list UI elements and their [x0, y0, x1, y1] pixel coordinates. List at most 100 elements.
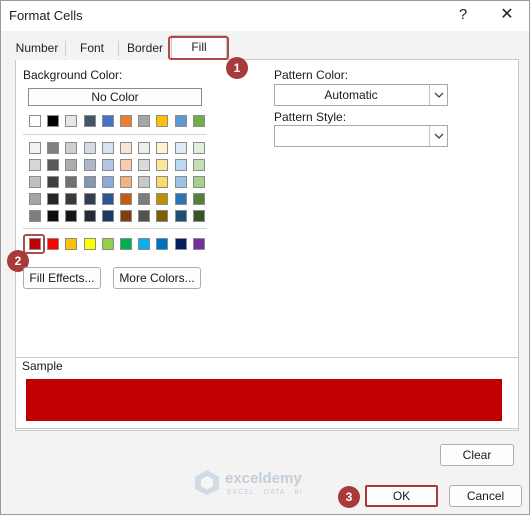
theme-shade-swatch[interactable] [65, 159, 78, 171]
theme-shade-swatch[interactable] [101, 176, 114, 188]
standard-color-swatch[interactable] [65, 238, 78, 250]
theme-shade-swatch[interactable] [65, 142, 78, 154]
theme-shade-swatch[interactable] [120, 193, 132, 205]
theme-shade-swatch[interactable] [29, 193, 41, 205]
clear-button[interactable]: Clear [440, 444, 514, 466]
theme-shade-swatch[interactable] [192, 176, 205, 188]
theme-shade-swatch[interactable] [174, 210, 187, 222]
theme-shade-swatch[interactable] [138, 176, 151, 188]
theme-color-swatch[interactable] [120, 115, 132, 127]
theme-shade-swatch[interactable] [47, 210, 60, 222]
theme-shade-swatch[interactable] [47, 193, 60, 205]
theme-shade-swatch[interactable] [174, 159, 187, 171]
theme-shade-swatch[interactable] [83, 210, 96, 222]
sample-preview [26, 379, 502, 421]
title-bar: Format Cells ? ✕ [1, 1, 529, 31]
theme-shade-swatch[interactable] [83, 159, 96, 171]
theme-shade-swatch[interactable] [174, 176, 187, 188]
standard-color-swatch[interactable] [83, 238, 96, 250]
ok-button[interactable]: OK [365, 485, 438, 507]
format-cells-dialog: Format Cells ? ✕ Number Font Border Fill… [0, 0, 530, 515]
theme-shade-swatch[interactable] [138, 210, 151, 222]
theme-shade-swatch[interactable] [29, 142, 41, 154]
no-color-button[interactable]: No Color [28, 88, 202, 106]
step-1-badge: 1 [226, 57, 248, 79]
tab-font[interactable]: Font [66, 37, 118, 60]
theme-shade-swatch[interactable] [120, 210, 132, 222]
theme-color-swatch[interactable] [101, 115, 114, 127]
theme-shade-swatch[interactable] [138, 159, 151, 171]
standard-color-swatch[interactable] [192, 238, 205, 250]
theme-shade-swatch[interactable] [65, 193, 78, 205]
theme-shade-swatch[interactable] [101, 159, 114, 171]
theme-shade-swatch[interactable] [156, 210, 169, 222]
chevron-down-icon[interactable] [429, 85, 447, 105]
exceldemy-watermark: exceldemy EXCEL · DATA · BI [193, 468, 343, 498]
tab-border[interactable]: Border [119, 37, 171, 60]
pattern-color-label: Pattern Color: [274, 68, 349, 82]
theme-color-swatch[interactable] [29, 115, 41, 127]
callout-highlight-fill-tab [168, 36, 229, 60]
theme-shade-swatch[interactable] [174, 193, 187, 205]
standard-color-swatch[interactable] [120, 238, 132, 250]
pattern-color-value: Automatic [324, 88, 378, 102]
standard-color-swatch[interactable] [174, 238, 187, 250]
theme-color-swatch[interactable] [174, 115, 187, 127]
theme-shade-swatch[interactable] [120, 142, 132, 154]
theme-shade-swatch[interactable] [174, 142, 187, 154]
theme-color-swatch[interactable] [192, 115, 205, 127]
fill-effects-button[interactable]: Fill Effects... [23, 267, 101, 289]
theme-shade-swatch[interactable] [120, 159, 132, 171]
help-button[interactable]: ? [449, 4, 477, 26]
theme-shade-swatch[interactable] [101, 193, 114, 205]
tab-number[interactable]: Number [9, 37, 65, 60]
palette-divider [23, 228, 207, 229]
theme-shade-swatch[interactable] [101, 210, 114, 222]
theme-shade-swatch[interactable] [101, 142, 114, 154]
theme-shade-swatch[interactable] [83, 142, 96, 154]
theme-color-swatch[interactable] [156, 115, 169, 127]
pattern-style-label: Pattern Style: [274, 110, 347, 124]
theme-shade-swatch[interactable] [47, 176, 60, 188]
theme-shade-swatch[interactable] [138, 142, 151, 154]
theme-shade-swatch[interactable] [65, 210, 78, 222]
standard-color-swatch[interactable] [156, 238, 169, 250]
watermark-name: exceldemy [225, 470, 302, 487]
theme-shade-swatch[interactable] [192, 193, 205, 205]
theme-shade-swatch[interactable] [29, 159, 41, 171]
theme-color-swatch[interactable] [65, 115, 78, 127]
pattern-color-dropdown[interactable]: Automatic [274, 84, 448, 106]
theme-color-swatch[interactable] [47, 115, 60, 127]
callout-highlight-selected-swatch [23, 234, 45, 254]
theme-shade-swatch[interactable] [156, 193, 169, 205]
standard-color-swatch[interactable] [101, 238, 114, 250]
theme-color-swatch[interactable] [138, 115, 151, 127]
theme-shade-swatch[interactable] [156, 142, 169, 154]
palette-divider [23, 134, 207, 135]
standard-color-swatch[interactable] [138, 238, 151, 250]
theme-shade-swatch[interactable] [156, 176, 169, 188]
cancel-button[interactable]: Cancel [449, 485, 522, 507]
close-button[interactable]: ✕ [493, 4, 521, 26]
pattern-style-dropdown[interactable] [274, 125, 448, 147]
theme-shade-swatch[interactable] [192, 159, 205, 171]
chevron-down-icon[interactable] [429, 126, 447, 146]
theme-shade-swatch[interactable] [156, 159, 169, 171]
theme-shade-swatch[interactable] [83, 176, 96, 188]
standard-color-swatch[interactable] [47, 238, 60, 250]
watermark-tagline: EXCEL · DATA · BI [227, 489, 303, 496]
theme-shade-swatch[interactable] [47, 159, 60, 171]
theme-shade-swatch[interactable] [192, 142, 205, 154]
pattern-style-value [275, 126, 427, 146]
dialog-title: Format Cells [9, 8, 83, 23]
theme-color-swatch[interactable] [83, 115, 96, 127]
theme-shade-swatch[interactable] [138, 193, 151, 205]
more-colors-button[interactable]: More Colors... [113, 267, 201, 289]
theme-shade-swatch[interactable] [65, 176, 78, 188]
theme-shade-swatch[interactable] [120, 176, 132, 188]
theme-shade-swatch[interactable] [29, 210, 41, 222]
theme-shade-swatch[interactable] [83, 193, 96, 205]
theme-shade-swatch[interactable] [192, 210, 205, 222]
theme-shade-swatch[interactable] [47, 142, 60, 154]
theme-shade-swatch[interactable] [29, 176, 41, 188]
